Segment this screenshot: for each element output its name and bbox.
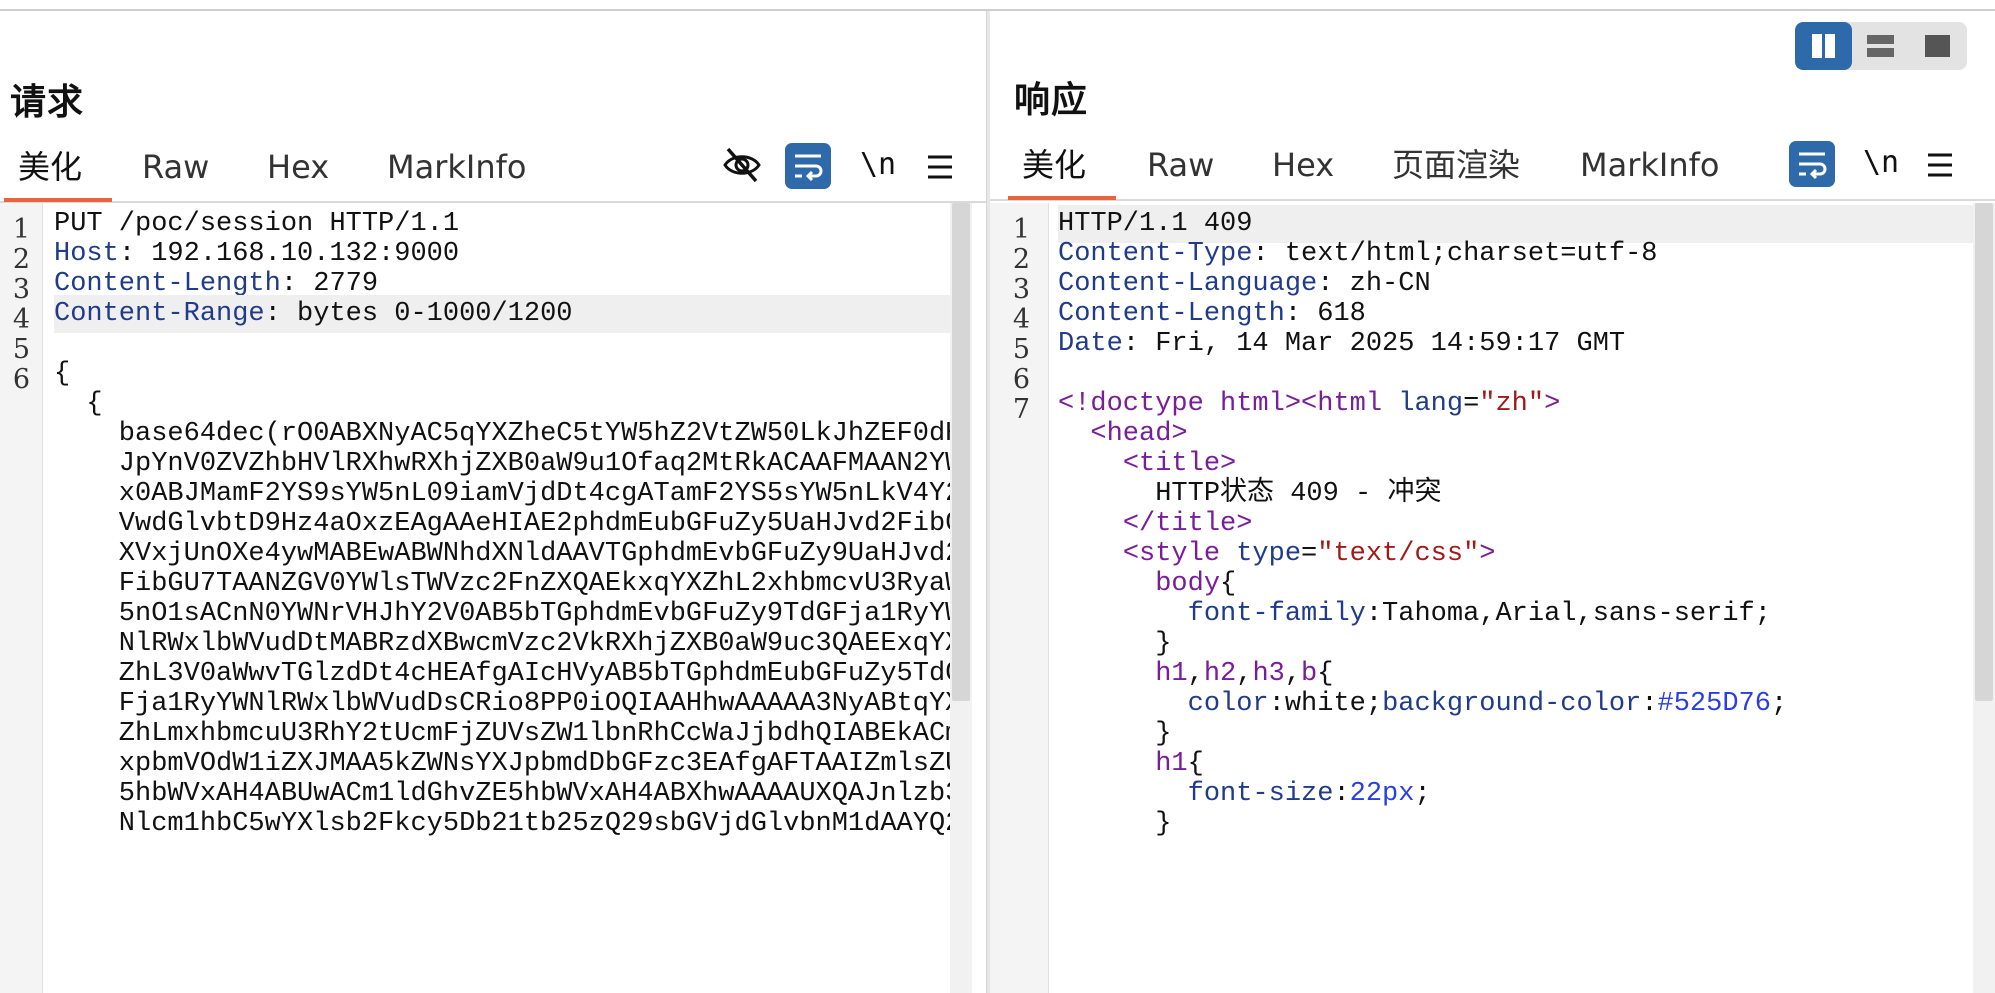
request-scroll-thumb[interactable]	[952, 203, 970, 701]
request-tab-markinfo[interactable]: MarkInfo	[387, 135, 526, 199]
single-panel-icon	[1925, 35, 1950, 57]
word-wrap-icon	[1799, 152, 1827, 180]
view-single-panel-button[interactable]	[1909, 22, 1966, 70]
response-editor[interactable]: 1234567 HTTP/1.1 409 Content-Type: text/h…	[990, 203, 1995, 993]
request-tab-hex[interactable]: Hex	[267, 135, 329, 199]
response-tab-render[interactable]: 页面渲染	[1392, 133, 1520, 197]
word-wrap-button[interactable]	[785, 143, 831, 189]
response-scroll-thumb[interactable]	[1975, 203, 1993, 701]
response-tab-markinfo[interactable]: MarkInfo	[1580, 133, 1719, 197]
hamburger-menu-icon	[928, 155, 952, 179]
request-pane: 请求 美化 Raw Hex MarkInfo \n 1 2 3 4 5 6 PU…	[0, 11, 986, 993]
request-code[interactable]: PUT /poc/session HTTP/1.1 Host: 192.168.1…	[54, 203, 962, 993]
response-code-line[interactable]: }	[1058, 805, 1975, 843]
response-menu-button[interactable]	[1925, 145, 1955, 185]
response-scrollbar[interactable]	[1973, 203, 1995, 993]
word-wrap-icon	[795, 154, 823, 182]
request-title: 请求	[10, 82, 85, 123]
request-scrollbar[interactable]	[950, 203, 972, 993]
response-tab-pretty[interactable]: 美化	[1007, 133, 1117, 200]
response-tab-raw[interactable]: Raw	[1147, 133, 1214, 197]
request-tabbar: 美化 Raw Hex MarkInfo \n	[0, 135, 986, 203]
request-tab-raw[interactable]: Raw	[142, 135, 209, 199]
hamburger-menu-icon	[1928, 153, 1952, 177]
hide-toggle-button[interactable]	[722, 145, 762, 185]
response-word-wrap-button[interactable]	[1789, 141, 1835, 187]
request-editor[interactable]: 123456 PUT /poc/session HTTP/1.1 Host: 19…	[0, 203, 986, 993]
code-text: Nlcm1hbC5wYXlsb2Fkcy5Db21tb25zQ29sbGVjdG…	[54, 809, 962, 839]
response-title: 响应	[1014, 80, 1089, 121]
view-mode-switch	[1795, 22, 1967, 70]
response-line-number: 7	[1012, 394, 1030, 425]
response-tab-hex[interactable]: Hex	[1272, 133, 1334, 197]
view-split-columns-button[interactable]	[1795, 22, 1852, 70]
split-rows-icon	[1867, 35, 1894, 57]
request-line-number: 6	[12, 364, 30, 395]
eye-slash-icon	[723, 147, 761, 183]
view-split-rows-button[interactable]	[1852, 22, 1909, 70]
request-menu-button[interactable]	[925, 147, 955, 187]
request-tab-pretty[interactable]: 美化	[3, 135, 113, 202]
request-code-line[interactable]: Nlcm1hbC5wYXlsb2Fkcy5Db21tb25zQ29sbGVjdG…	[54, 805, 962, 843]
response-pane: 响应 美化 Raw Hex 页面渲染 MarkInfo \n 1234567 H…	[990, 11, 1995, 993]
split-columns-icon	[1812, 34, 1835, 58]
request-line-gutter: 123456	[0, 203, 43, 993]
response-line-gutter: 1234567	[990, 203, 1049, 993]
show-newlines-button[interactable]: \n	[860, 142, 896, 188]
response-show-newlines-button[interactable]: \n	[1863, 140, 1899, 186]
response-tabbar: 美化 Raw Hex 页面渲染 MarkInfo \n	[990, 133, 1995, 201]
response-code[interactable]: HTTP/1.1 409 Content-Type: text/html;char…	[1058, 203, 1975, 993]
